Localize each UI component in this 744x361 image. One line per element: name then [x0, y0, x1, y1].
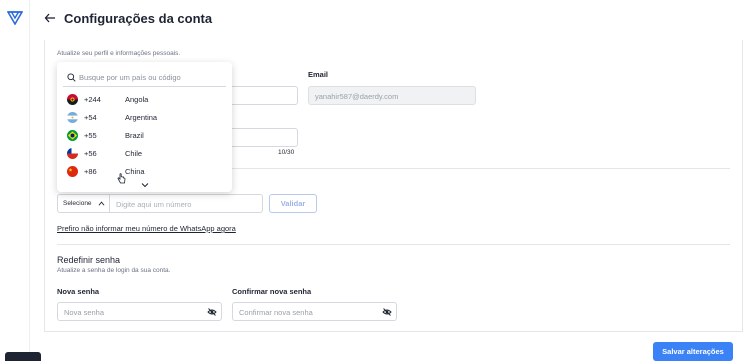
hand-cursor-icon [117, 173, 126, 184]
country-name: Angola [125, 95, 149, 104]
country-dropdown: Busque por um país ou código +244 Angola… [57, 62, 232, 192]
character-counter: 10/30 [278, 149, 295, 156]
page-header: Configurações da conta [30, 0, 744, 40]
country-option[interactable]: +54 Argentina [63, 108, 226, 126]
password-section-title: Redefinir senha [57, 255, 121, 265]
confirm-password-label: Confirmar nova senha [232, 287, 312, 296]
skip-whatsapp-link[interactable]: Prefiro não informar meu número de Whats… [57, 224, 236, 233]
country-code-label: Selecione [63, 200, 92, 207]
country-code: +244 [84, 95, 101, 104]
country-search-input[interactable]: Busque por um país ou código [63, 68, 226, 87]
country-code: +86 [84, 167, 97, 176]
phone-number-input[interactable]: Digite aqui um número [109, 194, 263, 213]
validate-button[interactable]: Validar [269, 194, 317, 213]
save-changes-button[interactable]: Salvar alterações [653, 342, 733, 361]
country-option[interactable]: +56 Chile [63, 144, 226, 162]
country-search-placeholder: Busque por um país ou código [79, 73, 181, 82]
country-name: Brazil [125, 131, 144, 140]
help-chip[interactable] [5, 352, 41, 361]
country-code: +55 [84, 131, 97, 140]
new-password-field[interactable]: Nova senha [57, 302, 222, 321]
search-icon [67, 73, 76, 82]
country-option[interactable]: +244 Angola [63, 90, 226, 108]
country-name: Chile [125, 149, 143, 158]
argentina-flag-icon [67, 112, 78, 123]
chevron-down-icon[interactable] [141, 181, 149, 189]
app-logo-icon[interactable] [7, 11, 23, 25]
page-title: Configurações da conta [64, 11, 213, 26]
password-subtitle: Atualize a senha de login da sua conta. [57, 267, 171, 274]
country-code: +56 [84, 149, 97, 158]
eye-off-icon[interactable] [382, 307, 392, 317]
country-option[interactable]: +86 China [63, 162, 226, 180]
country-option[interactable]: +55 Brazil [63, 126, 226, 144]
country-code-select[interactable]: Selecione [57, 194, 110, 213]
profile-subtitle: Atualize seu perfil e informações pessoa… [57, 50, 181, 57]
eye-off-icon[interactable] [207, 307, 217, 317]
section-divider [57, 244, 730, 245]
sidebar-rail [0, 0, 41, 361]
confirm-password-field[interactable]: Confirmar nova senha [232, 302, 397, 321]
chile-flag-icon [67, 148, 78, 159]
email-field: yanahir587@daerdy.com [308, 86, 476, 105]
back-arrow-icon[interactable] [43, 11, 57, 25]
country-name: China [125, 167, 145, 176]
china-flag-icon [67, 166, 78, 177]
new-password-label: Nova senha [57, 287, 100, 296]
country-name: Argentina [125, 113, 158, 122]
angola-flag-icon [67, 94, 78, 105]
brazil-flag-icon [67, 130, 78, 141]
chevron-up-icon [98, 201, 105, 206]
email-label: Email [308, 70, 329, 79]
country-code: +54 [84, 113, 97, 122]
